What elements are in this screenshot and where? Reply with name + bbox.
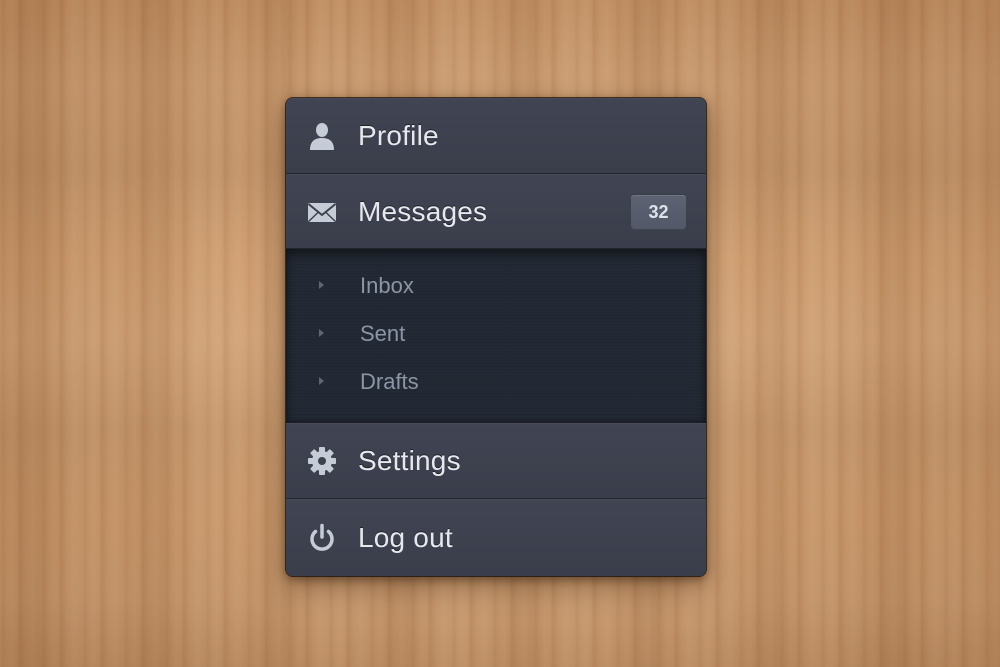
submenu-item-sent[interactable]: Sent: [286, 311, 706, 359]
gear-icon: [306, 445, 338, 477]
submenu-item-label: Inbox: [360, 273, 414, 298]
caret-right-icon: [319, 329, 324, 337]
submenu-item-label: Drafts: [360, 369, 419, 394]
submenu-item-label: Sent: [360, 321, 406, 346]
submenu-item-inbox[interactable]: Inbox: [286, 263, 706, 311]
submenu-item-drafts[interactable]: Drafts: [286, 359, 706, 407]
menu-item-label: Settings: [358, 445, 461, 476]
menu-item-label: Log out: [358, 522, 453, 553]
power-icon: [306, 522, 338, 554]
menu-item-label: Messages: [358, 195, 488, 227]
envelope-icon: [306, 196, 338, 228]
dropdown-menu: Profile Messages 32 Inbox Sent Drafts Se…: [286, 98, 706, 576]
menu-item-settings[interactable]: Settings: [286, 423, 706, 499]
caret-right-icon: [319, 281, 324, 289]
user-icon: [306, 120, 338, 152]
menu-item-profile[interactable]: Profile: [286, 98, 706, 174]
unread-count-badge: 32: [630, 194, 687, 230]
caret-right-icon: [319, 377, 324, 385]
menu-item-label: Profile: [358, 120, 439, 151]
menu-item-logout[interactable]: Log out: [286, 499, 706, 576]
menu-item-messages[interactable]: Messages 32: [286, 174, 706, 249]
messages-submenu: Inbox Sent Drafts: [286, 249, 706, 423]
